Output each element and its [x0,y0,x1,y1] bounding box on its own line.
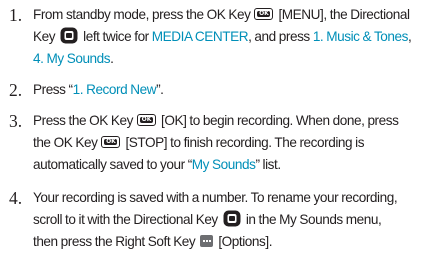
directional-key-icon [223,210,241,227]
text-run: [STOP] to finish recording. The recordin… [125,135,365,150]
step-number: 4. [9,188,23,208]
step-number: 2. [9,80,23,100]
text-run: Your recording is saved with a number. T… [33,190,398,205]
text-run: left twice for [83,29,149,44]
text-run: [Options]. [218,234,273,249]
ok-key-icon: OK [136,114,156,126]
text-run: scroll to it with the Directional Key [33,212,218,227]
step-text: From standby mode, press the OK Key OK [… [33,4,427,70]
text-run: the OK Key [33,135,98,150]
text-run: in the My Sounds menu, [245,212,382,227]
text-run: [MENU], the Directional [278,7,410,22]
right-soft-key-icon [200,235,214,247]
step-number: 3. [9,111,23,131]
text-run: automatically saved to your “ [33,157,192,172]
step-text: Press “1. Record New”. [33,79,427,101]
text-run: Key [33,29,56,44]
menu-item-music-tones: 1. Music & Tones [312,29,409,44]
text-run: , [407,29,412,44]
text-run: , and press [248,29,310,44]
menu-item-media-center: MEDIA CENTER [151,29,249,44]
menu-item-record-new: 1. Record New [72,82,157,97]
text-run: ”. [156,82,164,97]
text-run: then press the Right Soft Key [33,234,196,249]
menu-item-my-sounds: 4. My Sounds [33,51,111,66]
text-run: ” list. [255,157,281,172]
text-run: [OK] to begin recording. When done, pres… [161,113,399,128]
step-text: Press the OK Key OK [OK] to begin record… [33,110,427,176]
step-number: 1. [9,5,23,25]
text-run: Press “ [33,82,73,97]
step-text: Your recording is saved with a number. T… [33,187,427,253]
text-run: From standby mode, press the OK Key [33,7,251,22]
ok-key-icon: OK [254,8,274,20]
text-run: Press the OK Key [33,113,133,128]
ok-key-icon: OK [101,136,121,148]
directional-key-icon [60,27,78,44]
text-run: . [110,51,114,66]
menu-item-my-sounds-list: My Sounds [191,157,256,172]
